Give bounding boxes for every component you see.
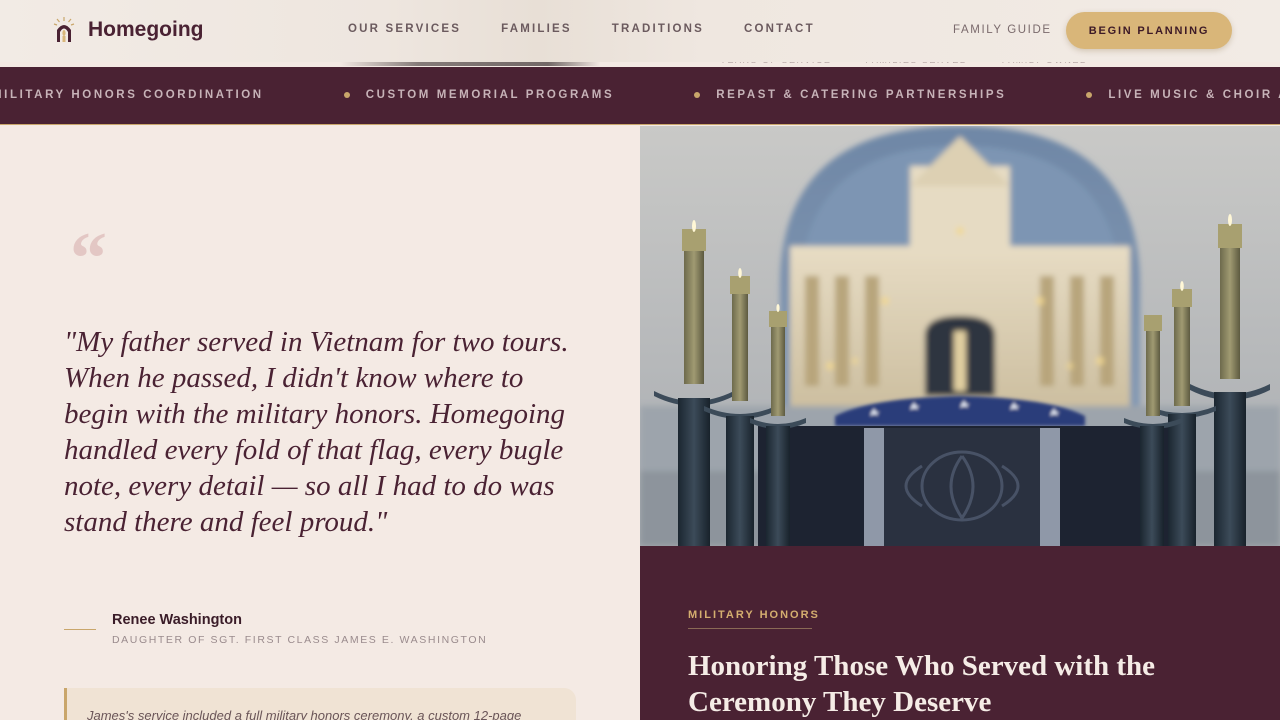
nav-families[interactable]: FAMILIES [501,23,572,35]
candle-crest-icon [53,17,75,42]
feature-eyebrow: MILITARY HONORS [688,609,820,621]
marquee-track: MILITARY HONORS COORDINATION CUSTOM MEMO… [0,89,1280,101]
testimonial-author: Renee Washington [112,612,242,628]
service-note-text: James's service included a full military… [87,708,522,720]
testimonial-quote: "My father served in Vietnam for two tou… [64,326,569,538]
eyebrow-underline [688,628,812,629]
main-nav: OUR SERVICES FAMILIES TRADITIONS CONTACT [348,23,855,35]
brand-name: Homegoing [88,18,204,41]
nav-contact[interactable]: CONTACT [744,23,815,35]
begin-planning-button[interactable]: BEGIN PLANNING [1066,12,1232,49]
bullet-dot-icon [694,92,701,98]
marquee-item: REPAST & CATERING PARTNERSHIPS [716,89,1007,101]
site-header: Homegoing OUR SERVICES FAMILIES TRADITIO… [0,0,1280,62]
testimonial-author-role: DAUGHTER OF SGT. FIRST CLASS JAMES E. WA… [112,634,488,646]
family-guide-link[interactable]: FAMILY GUIDE [953,24,1052,36]
bullet-dot-icon [1086,92,1093,98]
nav-our-services[interactable]: OUR SERVICES [348,23,461,35]
nav-traditions[interactable]: TRADITIONS [612,23,704,35]
bullet-dot-icon [343,92,350,98]
marquee-item: MILITARY HONORS COORDINATION [0,89,264,101]
military-honors-feature: MILITARY HONORS Honoring Those Who Serve… [640,546,1280,720]
marquee-item: LIVE MUSIC & CHOIR ARRANGEMENTS [1108,89,1280,101]
marquee-item: CUSTOM MEMORIAL PROGRAMS [365,89,615,101]
services-marquee: MILITARY HONORS COORDINATION CUSTOM MEMO… [0,67,1280,125]
church-altar-illustration [640,126,1280,546]
author-divider [64,629,96,630]
military-honors-photo [640,126,1280,546]
testimonial-section: “ "My father served in Vietnam for two t… [0,126,640,720]
service-note-card: James's service included a full military… [64,688,576,720]
quote-mark-icon: “ [70,218,107,300]
brand-logo[interactable]: Homegoing [52,16,204,44]
feature-title: Honoring Those Who Served with the Cerem… [688,650,1156,718]
